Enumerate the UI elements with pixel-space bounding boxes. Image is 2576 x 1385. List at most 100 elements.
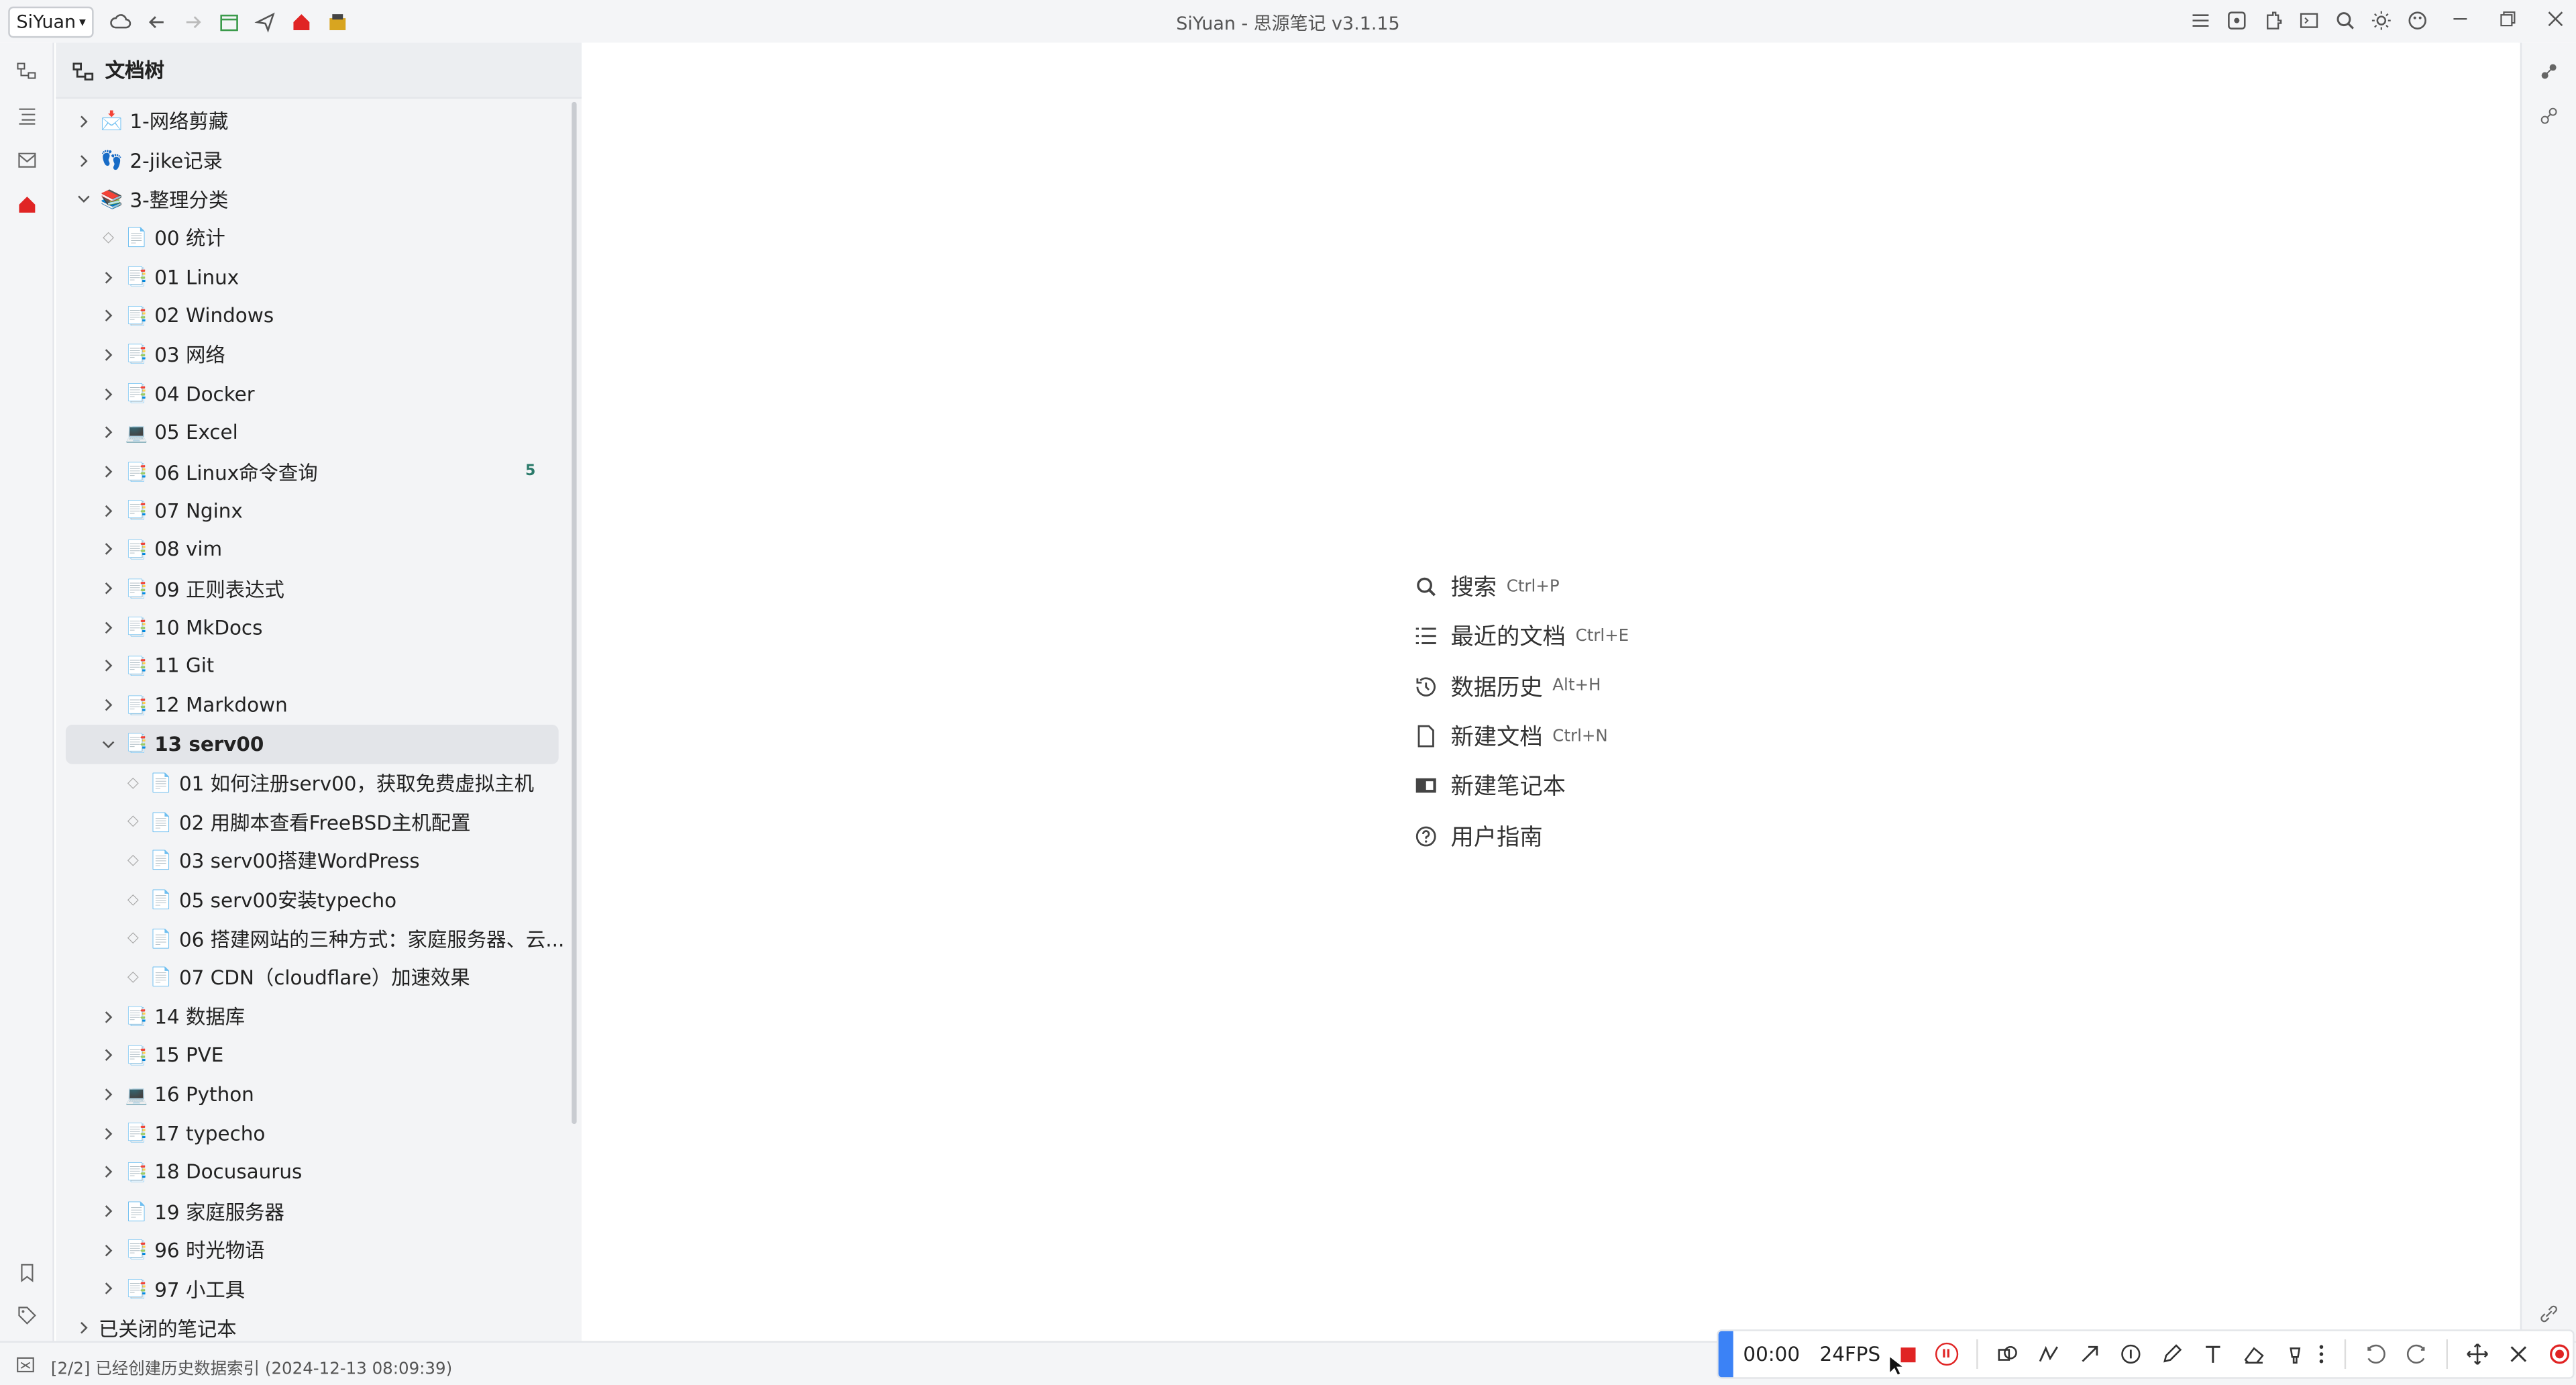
close-recorder-icon[interactable]: [2506, 1343, 2529, 1366]
shapes-icon[interactable]: [1996, 1343, 2019, 1366]
close-icon[interactable]: [2545, 8, 2567, 30]
doc-emoji-icon[interactable]: 📑: [123, 305, 150, 327]
send-icon[interactable]: [255, 11, 276, 32]
tree-item[interactable]: 📩 1-网络剪藏: [56, 102, 575, 141]
doc-emoji-icon[interactable]: 📑: [123, 1239, 150, 1261]
chevron-right-icon[interactable]: [100, 1242, 116, 1258]
inbox-mail-icon[interactable]: [15, 148, 38, 170]
tree-item[interactable]: ◇ 📄 05 serv00安装typecho: [56, 880, 575, 919]
plugin-icon[interactable]: [2262, 10, 2284, 32]
tree-item[interactable]: 💻 05 Excel: [56, 413, 575, 452]
doc-emoji-icon[interactable]: 📑: [123, 461, 150, 482]
chevron-right-icon[interactable]: [76, 1320, 92, 1336]
app-menu-button[interactable]: SiYuan ▾: [8, 5, 95, 38]
tree-item[interactable]: 📑 17 typecho: [56, 1114, 575, 1153]
inbox-icon[interactable]: [327, 11, 349, 32]
bookmark-icon[interactable]: [15, 1260, 38, 1283]
doc-emoji-icon[interactable]: 📑: [123, 1123, 150, 1144]
chevron-right-icon[interactable]: [100, 1009, 116, 1025]
more-vertical-icon[interactable]: [2316, 1343, 2326, 1366]
tree-item[interactable]: 📑 09 正则表达式: [56, 569, 575, 608]
tree-item[interactable]: ◇ 📄 00 统计: [56, 219, 575, 258]
start-menu-item[interactable]: 搜索 Ctrl+P: [1413, 562, 1629, 612]
chevron-right-icon[interactable]: [76, 152, 92, 168]
chevron-right-icon[interactable]: [100, 1281, 116, 1297]
tag-icon[interactable]: [15, 1303, 38, 1326]
tree-item[interactable]: ◇ 📄 06 搭建网站的三种方式：家庭服务器、云...: [56, 919, 575, 958]
chevron-right-icon[interactable]: [100, 425, 116, 441]
number-marker-icon[interactable]: [2118, 1343, 2141, 1366]
doc-emoji-icon[interactable]: 📑: [123, 1162, 150, 1183]
doc-emoji-icon[interactable]: 📄: [148, 967, 174, 988]
restore-icon[interactable]: [2497, 8, 2518, 30]
record-icon[interactable]: [2547, 1343, 2570, 1366]
tree-item[interactable]: 📑 11 Git: [56, 647, 575, 686]
back-arrow-icon[interactable]: [146, 11, 168, 32]
chevron-right-icon[interactable]: [100, 1086, 116, 1102]
outline-icon[interactable]: [15, 103, 38, 126]
spotlight-icon[interactable]: [2283, 1343, 2306, 1366]
file-tree-icon[interactable]: [15, 59, 38, 82]
tree-item[interactable]: 📑 14 数据库: [56, 997, 575, 1036]
doc-emoji-icon[interactable]: 📄: [148, 850, 174, 872]
start-menu-item[interactable]: 数据历史 Alt+H: [1413, 662, 1629, 711]
doc-emoji-icon[interactable]: 📑: [123, 733, 150, 755]
chevron-right-icon[interactable]: [100, 580, 116, 597]
move-icon[interactable]: [2465, 1343, 2488, 1366]
calendar-icon[interactable]: [219, 11, 240, 32]
recorder-drag-handle[interactable]: [1718, 1331, 1733, 1378]
search-icon[interactable]: [2334, 10, 2356, 32]
doc-emoji-icon[interactable]: 📑: [123, 500, 150, 521]
doc-emoji-icon[interactable]: 📑: [123, 656, 150, 677]
tree-item[interactable]: ◇ 📄 07 CDN（cloudflare）加速效果: [56, 958, 575, 997]
arrow-tool-icon[interactable]: [2078, 1343, 2100, 1366]
undo-icon[interactable]: [2363, 1343, 2386, 1366]
doc-emoji-icon[interactable]: 📑: [123, 1045, 150, 1066]
tree-item[interactable]: 📚 3-整理分类: [56, 180, 575, 219]
chevron-right-icon[interactable]: [100, 464, 116, 480]
chevron-right-icon[interactable]: [100, 697, 116, 713]
home-dock-icon[interactable]: [15, 193, 38, 215]
doc-emoji-icon[interactable]: 📩: [99, 111, 125, 132]
chevron-right-icon[interactable]: [76, 113, 92, 130]
start-menu-item[interactable]: 最近的文档 Ctrl+E: [1413, 612, 1629, 662]
pause-record-icon[interactable]: II: [1935, 1342, 1958, 1366]
tree-item[interactable]: 📄 19 家庭服务器: [56, 1192, 575, 1231]
chevron-right-icon[interactable]: [100, 347, 116, 363]
chevron-right-icon[interactable]: [100, 1203, 116, 1219]
tree-item[interactable]: 📑 03 网络: [56, 336, 575, 374]
tree-scrollbar[interactable]: [572, 101, 577, 1125]
chevron-down-icon[interactable]: [100, 736, 116, 752]
doc-emoji-icon[interactable]: 📑: [123, 344, 150, 366]
chevron-right-icon[interactable]: [100, 503, 116, 519]
doc-emoji-icon[interactable]: 📄: [123, 1200, 150, 1222]
tree-item[interactable]: 📑 12 Markdown: [56, 686, 575, 725]
doc-emoji-icon[interactable]: 📄: [123, 227, 150, 249]
polyline-icon[interactable]: [2037, 1343, 2059, 1366]
doc-emoji-icon[interactable]: 💻: [123, 1084, 150, 1105]
tree-item[interactable]: 📑 97 小工具: [56, 1270, 575, 1309]
redo-icon[interactable]: [2404, 1343, 2427, 1366]
home-icon[interactable]: [291, 11, 313, 32]
doc-emoji-icon[interactable]: 📄: [148, 772, 174, 794]
start-menu-item[interactable]: 新建笔记本: [1413, 761, 1629, 811]
tree-item[interactable]: 📑 07 Nginx: [56, 491, 575, 530]
chevron-down-icon[interactable]: [76, 191, 92, 207]
tree-item[interactable]: 💻 16 Python: [56, 1075, 575, 1114]
text-tool-icon[interactable]: [2201, 1343, 2224, 1366]
terminal-icon[interactable]: [2298, 10, 2320, 32]
graph-view-icon[interactable]: [2536, 59, 2559, 82]
tree-item[interactable]: ◇ 📄 02 用脚本查看FreeBSD主机配置: [56, 803, 575, 841]
minimize-icon[interactable]: [2449, 8, 2471, 30]
start-menu-item[interactable]: 用户指南: [1413, 811, 1629, 861]
chevron-right-icon[interactable]: [100, 658, 116, 674]
graph-icon[interactable]: [2226, 10, 2247, 32]
tree-item[interactable]: 📑 10 MkDocs: [56, 608, 575, 647]
cloud-sync-icon[interactable]: [110, 11, 132, 32]
chevron-right-icon[interactable]: [100, 308, 116, 324]
chevron-right-icon[interactable]: [100, 1125, 116, 1141]
doc-emoji-icon[interactable]: 📑: [123, 695, 150, 716]
doc-emoji-icon[interactable]: 📑: [123, 1006, 150, 1027]
sun-icon[interactable]: [2371, 10, 2392, 32]
tree-item[interactable]: 📑 15 PVE: [56, 1036, 575, 1075]
